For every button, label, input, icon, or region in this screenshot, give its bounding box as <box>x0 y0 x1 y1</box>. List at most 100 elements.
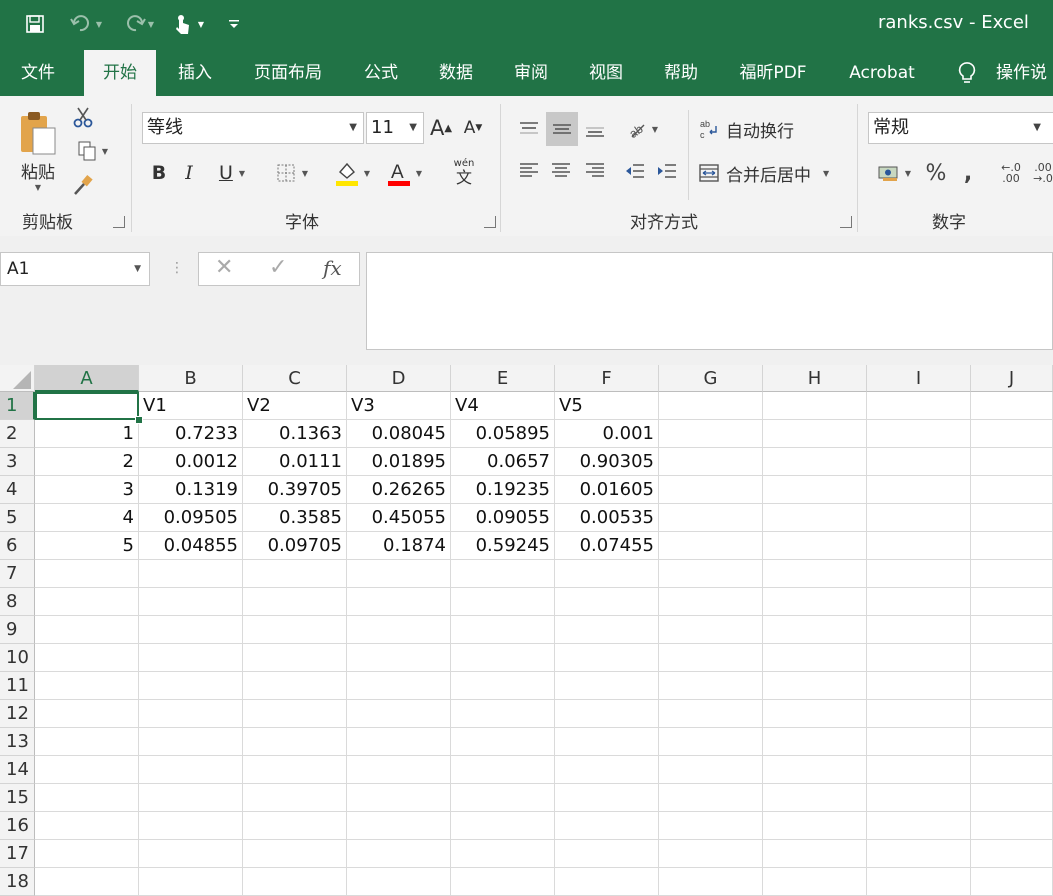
cell[interactable]: 0.01605 <box>555 476 659 504</box>
cell[interactable] <box>971 448 1053 476</box>
cell[interactable] <box>243 672 347 700</box>
cell[interactable] <box>867 476 971 504</box>
font-color-icon[interactable]: A ▼ <box>380 156 428 190</box>
cell[interactable] <box>243 840 347 868</box>
cell[interactable] <box>347 728 451 756</box>
cell[interactable] <box>555 756 659 784</box>
select-all-button[interactable] <box>0 365 35 392</box>
name-box[interactable]: A1 ▼ <box>0 252 150 286</box>
cell[interactable] <box>763 616 867 644</box>
cell[interactable] <box>35 644 139 672</box>
font-size-select[interactable]: 11 ▼ <box>366 112 424 144</box>
cell[interactable]: 0.19235 <box>451 476 555 504</box>
cell[interactable]: 0.26265 <box>347 476 451 504</box>
cell[interactable] <box>243 588 347 616</box>
row-header[interactable]: 1 <box>0 392 35 420</box>
font-launcher-icon[interactable] <box>484 216 496 228</box>
redo-icon[interactable]: ▼ <box>116 10 160 38</box>
cell[interactable] <box>35 868 139 896</box>
cell[interactable] <box>971 812 1053 840</box>
align-bottom-icon[interactable] <box>580 114 610 144</box>
orientation-icon[interactable]: ab ▼ <box>620 114 664 144</box>
cell[interactable] <box>555 616 659 644</box>
cell[interactable] <box>971 420 1053 448</box>
decrease-decimal-icon[interactable]: .00 →.0 <box>1028 158 1053 188</box>
row-header[interactable]: 15 <box>0 784 35 812</box>
row-header[interactable]: 10 <box>0 644 35 672</box>
increase-indent-icon[interactable] <box>652 156 682 186</box>
cell[interactable] <box>555 840 659 868</box>
cell[interactable]: 0.00535 <box>555 504 659 532</box>
cell[interactable] <box>139 700 243 728</box>
cell[interactable]: 0.1319 <box>139 476 243 504</box>
tab-home[interactable]: 开始 <box>84 50 156 96</box>
cell[interactable] <box>139 672 243 700</box>
cell[interactable] <box>35 812 139 840</box>
cell[interactable] <box>451 868 555 896</box>
cell[interactable] <box>763 784 867 812</box>
cell[interactable] <box>763 812 867 840</box>
cell[interactable] <box>971 392 1053 420</box>
cell[interactable] <box>139 868 243 896</box>
cell[interactable] <box>971 868 1053 896</box>
cell[interactable] <box>139 840 243 868</box>
formula-input[interactable] <box>366 252 1053 350</box>
cell[interactable] <box>35 700 139 728</box>
alignment-launcher-icon[interactable] <box>840 216 852 228</box>
cell[interactable] <box>867 616 971 644</box>
cell[interactable] <box>35 560 139 588</box>
row-header[interactable]: 18 <box>0 868 35 896</box>
cell[interactable] <box>451 840 555 868</box>
cell[interactable] <box>347 868 451 896</box>
column-header[interactable]: G <box>659 365 763 392</box>
align-right-icon[interactable] <box>580 156 610 186</box>
cell[interactable] <box>659 448 763 476</box>
row-header[interactable]: 9 <box>0 616 35 644</box>
cell[interactable] <box>347 756 451 784</box>
tab-file[interactable]: 文件 <box>0 50 76 96</box>
cell[interactable] <box>971 644 1053 672</box>
cell[interactable] <box>763 756 867 784</box>
cell[interactable] <box>867 672 971 700</box>
cell[interactable] <box>555 868 659 896</box>
cell[interactable] <box>555 700 659 728</box>
column-header[interactable]: A <box>35 365 139 392</box>
cell[interactable]: V1 <box>139 392 243 420</box>
cell[interactable]: 0.39705 <box>243 476 347 504</box>
cell[interactable]: 0.07455 <box>555 532 659 560</box>
cell[interactable] <box>971 784 1053 812</box>
active-cell[interactable] <box>35 392 139 420</box>
cell[interactable] <box>347 672 451 700</box>
cell[interactable] <box>659 532 763 560</box>
cell[interactable] <box>243 728 347 756</box>
align-middle-icon[interactable] <box>546 112 578 146</box>
cell[interactable]: 0.3585 <box>243 504 347 532</box>
number-format-select[interactable]: 常规 ▼ <box>868 112 1053 144</box>
undo-icon[interactable]: ▼ <box>64 10 108 38</box>
cell[interactable] <box>659 392 763 420</box>
cell[interactable] <box>971 476 1053 504</box>
touch-mode-icon[interactable]: ▼ <box>168 10 210 38</box>
cell[interactable] <box>867 644 971 672</box>
cell[interactable] <box>867 392 971 420</box>
align-left-icon[interactable] <box>514 156 544 186</box>
cell[interactable] <box>451 560 555 588</box>
comma-style-icon[interactable]: , <box>956 158 980 188</box>
cell[interactable] <box>763 840 867 868</box>
cell[interactable] <box>867 728 971 756</box>
cell[interactable] <box>35 728 139 756</box>
cell[interactable]: 2 <box>35 448 139 476</box>
cell[interactable] <box>659 672 763 700</box>
cell[interactable] <box>139 812 243 840</box>
cell[interactable] <box>867 420 971 448</box>
cell[interactable] <box>659 420 763 448</box>
cell[interactable] <box>867 812 971 840</box>
cell[interactable]: 0.04855 <box>139 532 243 560</box>
tab-review[interactable]: 审阅 <box>500 50 562 96</box>
cell[interactable] <box>867 532 971 560</box>
row-header[interactable]: 7 <box>0 560 35 588</box>
row-header[interactable]: 3 <box>0 448 35 476</box>
cell[interactable] <box>971 840 1053 868</box>
cell[interactable] <box>971 588 1053 616</box>
lightbulb-icon[interactable] <box>954 50 980 96</box>
